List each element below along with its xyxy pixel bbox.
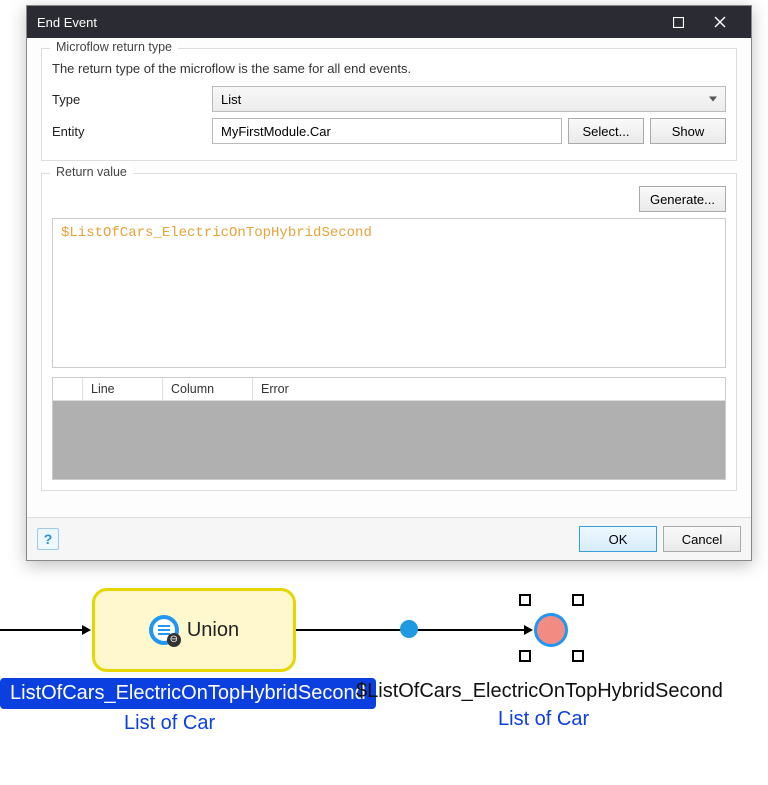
union-label: Union <box>187 619 239 642</box>
union-output-type: List of Car <box>124 712 215 735</box>
type-row: Type List <box>52 86 726 112</box>
entity-row: Entity Select... Show <box>52 118 726 144</box>
return-value-legend: Return value <box>50 165 133 179</box>
cancel-button[interactable]: Cancel <box>663 526 741 552</box>
titlebar[interactable]: End Event <box>27 6 751 38</box>
entity-input[interactable] <box>212 118 562 144</box>
union-output-variable[interactable]: ListOfCars_ElectricOnTopHybridSecond <box>0 678 376 709</box>
dialog-footer: ? OK Cancel <box>27 517 751 560</box>
maximize-button[interactable] <box>657 6 699 38</box>
col-error: Error <box>253 378 725 400</box>
list-operation-icon: ⊖ <box>149 615 179 645</box>
dialog-title: End Event <box>37 15 657 30</box>
select-button[interactable]: Select... <box>568 118 644 144</box>
type-dropdown[interactable]: List <box>212 86 726 112</box>
microflow-canvas[interactable]: ⊖ Union ListOfCars_ElectricOnTopHybridSe… <box>0 580 768 785</box>
type-dropdown-value: List <box>221 92 241 107</box>
end-return-type: List of Car <box>498 708 589 731</box>
col-line: Line <box>83 378 163 400</box>
flow-edge <box>0 629 84 631</box>
type-label: Type <box>52 92 212 107</box>
arrowhead-icon <box>82 625 91 635</box>
close-button[interactable] <box>699 6 741 38</box>
return-value-group: Return value Generate... Line Column Err… <box>41 173 737 491</box>
end-event-dialog: End Event Microflow return type The retu… <box>26 5 752 561</box>
col-column: Column <box>163 378 253 400</box>
error-table-header: Line Column Error <box>53 378 725 401</box>
ok-button[interactable]: OK <box>579 526 657 552</box>
generate-button[interactable]: Generate... <box>639 186 726 212</box>
selection-handle[interactable] <box>572 650 584 662</box>
union-activity[interactable]: ⊖ Union <box>92 588 296 672</box>
chevron-down-icon <box>709 97 717 102</box>
dialog-body: Microflow return type The return type of… <box>27 38 751 517</box>
sequence-point-icon[interactable] <box>400 620 418 638</box>
end-event-node[interactable] <box>512 594 592 664</box>
microflow-legend: Microflow return type <box>50 40 178 54</box>
error-table-body[interactable] <box>53 401 725 479</box>
error-table: Line Column Error <box>52 377 726 480</box>
expression-editor[interactable] <box>52 218 726 368</box>
help-icon[interactable]: ? <box>37 528 59 550</box>
selection-handle[interactable] <box>572 594 584 606</box>
selection-handle[interactable] <box>519 594 531 606</box>
entity-label: Entity <box>52 124 212 139</box>
show-button[interactable]: Show <box>650 118 726 144</box>
col-index <box>53 378 83 400</box>
end-event-circle-icon <box>534 613 568 647</box>
microflow-hint: The return type of the microflow is the … <box>52 61 726 76</box>
microflow-return-type-group: Microflow return type The return type of… <box>41 48 737 161</box>
end-return-expression: $ListOfCars_ElectricOnTopHybridSecond <box>356 680 723 703</box>
selection-handle[interactable] <box>519 650 531 662</box>
